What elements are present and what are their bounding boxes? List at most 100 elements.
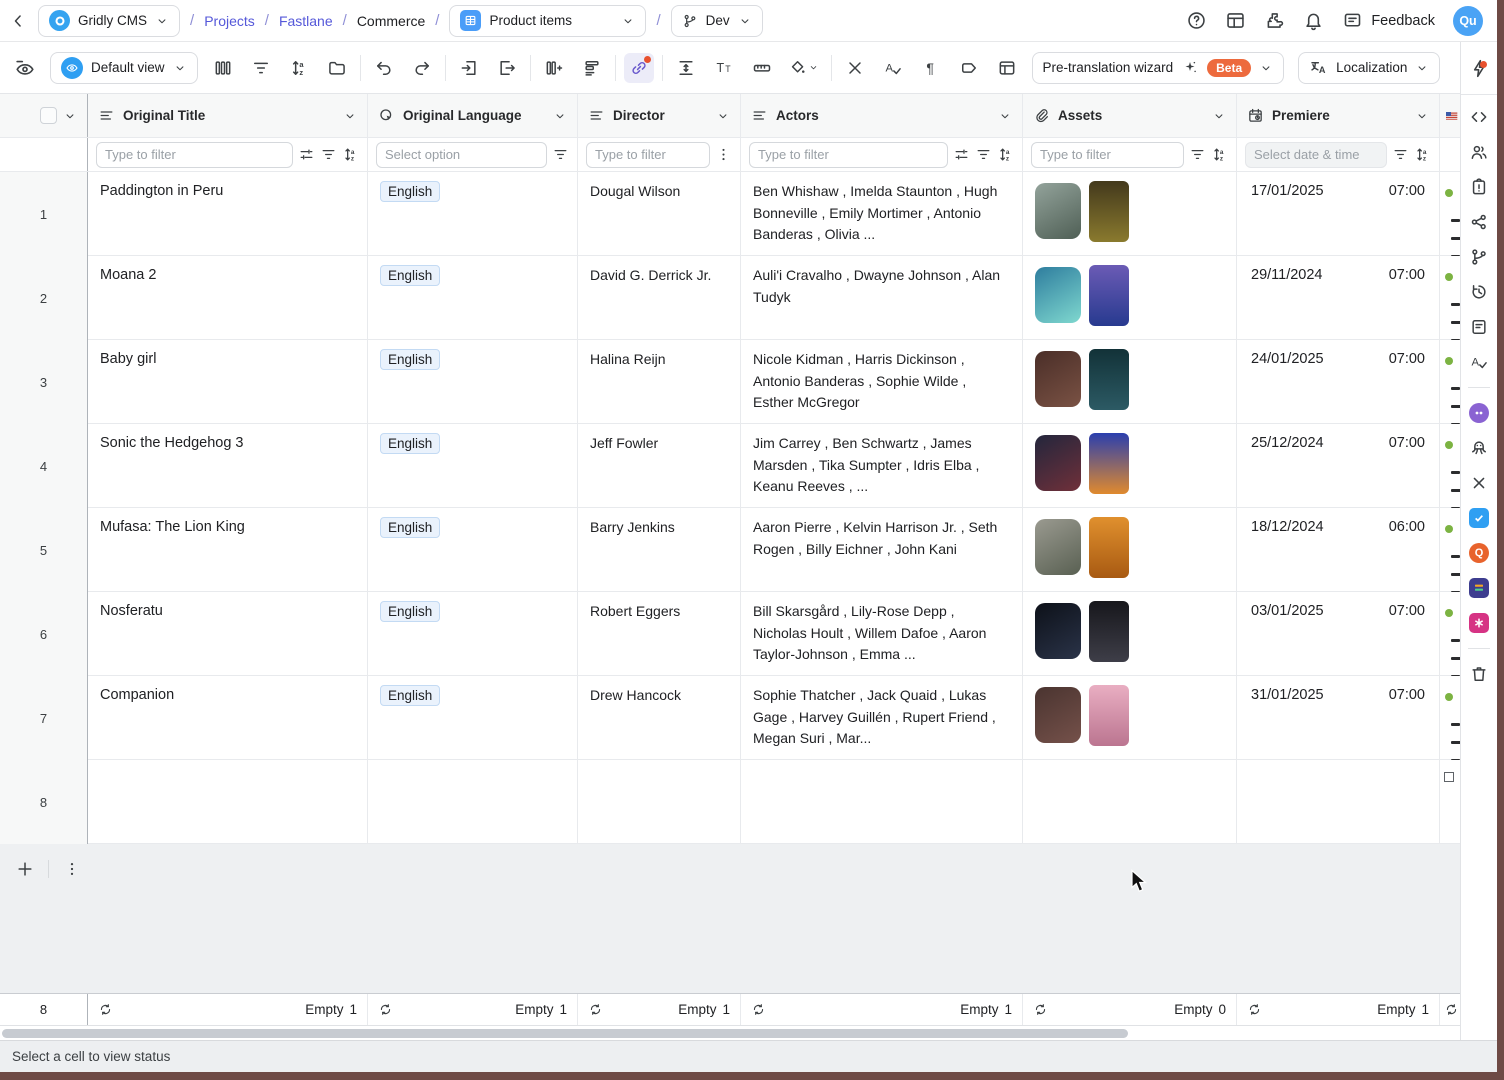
breadcrumb-projects[interactable]: Projects	[204, 13, 255, 29]
empty-cell[interactable]	[88, 760, 368, 844]
cell-original-language[interactable]: English	[368, 340, 578, 424]
add-row-button[interactable]	[12, 856, 38, 882]
folder-button[interactable]	[322, 53, 352, 83]
select-all-cell[interactable]	[0, 94, 88, 137]
branch-selector[interactable]: Dev	[670, 4, 763, 37]
ruler-button[interactable]	[747, 53, 777, 83]
cell-premiere[interactable]: 25/12/2024 07:00	[1237, 424, 1440, 508]
filter-input-premiere[interactable]	[1245, 141, 1387, 168]
insert-row-button[interactable]	[577, 53, 607, 83]
cell-assets[interactable]	[1023, 340, 1237, 424]
trash-icon[interactable]	[1469, 664, 1489, 684]
grid-selector[interactable]: Product items	[449, 4, 647, 37]
cell-premiere[interactable]: 18/12/2024 06:00	[1237, 508, 1440, 592]
refresh-icon[interactable]	[1247, 1002, 1262, 1017]
filter-input-actors[interactable]	[749, 141, 948, 168]
spellcheck-icon[interactable]: A	[1469, 352, 1489, 372]
filter-input-director[interactable]	[586, 141, 710, 168]
row-options-button[interactable]	[59, 856, 85, 882]
app-check-icon[interactable]	[1469, 508, 1489, 528]
app-q-icon[interactable]: Q	[1469, 543, 1489, 563]
app-locale-icon[interactable]	[1469, 578, 1489, 598]
app-flower-icon[interactable]	[1469, 613, 1489, 633]
cell-target-language-clipped[interactable]	[1440, 172, 1460, 256]
refresh-icon[interactable]	[1444, 1002, 1459, 1017]
row-height-button[interactable]	[671, 53, 701, 83]
asset-thumbnail-poster[interactable]	[1089, 517, 1129, 578]
undo-button[interactable]	[369, 53, 399, 83]
empty-cell[interactable]	[578, 760, 741, 844]
column-header-actors[interactable]: Actors	[741, 94, 1023, 137]
cell-actors[interactable]: Nicole Kidman , Harris Dickinson , Anton…	[741, 340, 1023, 424]
cell-director[interactable]: Robert Eggers	[578, 592, 741, 676]
cell-original-language[interactable]: English	[368, 172, 578, 256]
workspace-selector[interactable]: Gridly CMS	[38, 4, 181, 37]
redo-button[interactable]	[407, 53, 437, 83]
row-number[interactable]: 1	[0, 172, 88, 256]
funnel-icon[interactable]	[320, 146, 337, 163]
cell-premiere[interactable]: 03/01/2025 07:00	[1237, 592, 1440, 676]
columns-button[interactable]	[208, 53, 238, 83]
pretranslation-button[interactable]: Pre-translation wizard Beta	[1031, 51, 1285, 84]
cell-assets[interactable]	[1023, 256, 1237, 340]
empty-cell[interactable]	[741, 760, 1023, 844]
asset-thumbnail-poster[interactable]	[1089, 265, 1129, 326]
column-header-original-title[interactable]: Original Title	[88, 94, 368, 137]
sliders-icon[interactable]	[953, 146, 970, 163]
spellcheck-button[interactable]: A	[878, 53, 908, 83]
cell-actors[interactable]: Aaron Pierre , Kelvin Harrison Jr. , Set…	[741, 508, 1023, 592]
horizontal-scrollbar-thumb[interactable]	[2, 1029, 1128, 1038]
cell-original-title[interactable]: Moana 2	[88, 256, 368, 340]
preview-mode-icon[interactable]	[10, 53, 40, 83]
sort-icon[interactable]: az	[342, 146, 359, 163]
cell-assets[interactable]	[1023, 424, 1237, 508]
code-icon[interactable]	[1469, 107, 1489, 127]
sort-button[interactable]: az	[284, 53, 314, 83]
asset-thumbnail-still[interactable]	[1035, 687, 1081, 743]
cell-original-title[interactable]: Paddington in Peru	[88, 172, 368, 256]
close-icon[interactable]	[1469, 473, 1489, 493]
cell-assets[interactable]	[1023, 592, 1237, 676]
refresh-icon[interactable]	[751, 1002, 766, 1017]
sliders-icon[interactable]	[298, 146, 315, 163]
branch-icon[interactable]	[1469, 247, 1489, 267]
cell-premiere[interactable]: 24/01/2025 07:00	[1237, 340, 1440, 424]
empty-cell[interactable]	[1023, 760, 1237, 844]
octopus-icon[interactable]	[1469, 438, 1489, 458]
funnel-icon[interactable]	[1392, 146, 1409, 163]
pilcrow-button[interactable]: ¶	[916, 53, 946, 83]
asset-thumbnail-still[interactable]	[1035, 351, 1081, 407]
extensions-icon[interactable]	[1264, 10, 1285, 31]
tasks-icon[interactable]	[1469, 177, 1489, 197]
notifications-icon[interactable]	[1303, 10, 1324, 31]
breadcrumb-fastlane[interactable]: Fastlane	[279, 13, 333, 29]
cell-premiere[interactable]: 31/01/2025 07:00	[1237, 676, 1440, 760]
cell-director[interactable]: Jeff Fowler	[578, 424, 741, 508]
avatar[interactable]: Qu	[1453, 5, 1483, 36]
asset-thumbnail-poster[interactable]	[1089, 601, 1129, 662]
cell-original-language[interactable]: English	[368, 256, 578, 340]
clear-format-button[interactable]	[840, 53, 870, 83]
cell-director[interactable]: Barry Jenkins	[578, 508, 741, 592]
text-size-button[interactable]: TT	[709, 53, 739, 83]
asset-thumbnail-still[interactable]	[1035, 183, 1081, 239]
funnel-icon[interactable]	[552, 146, 569, 163]
back-button[interactable]	[8, 11, 28, 31]
cell-original-title[interactable]: Sonic the Hedgehog 3	[88, 424, 368, 508]
refresh-icon[interactable]	[1033, 1002, 1048, 1017]
cell-original-language[interactable]: English	[368, 676, 578, 760]
column-header-director[interactable]: Director	[578, 94, 741, 137]
asset-thumbnail-poster[interactable]	[1089, 685, 1129, 746]
filter-input-original-title[interactable]	[96, 141, 293, 168]
sort-icon[interactable]: az	[997, 146, 1014, 163]
cell-assets[interactable]	[1023, 676, 1237, 760]
tag-button[interactable]	[954, 53, 984, 83]
cell-director[interactable]: David G. Derrick Jr.	[578, 256, 741, 340]
members-icon[interactable]	[1469, 142, 1489, 162]
layout-panel-icon[interactable]	[1225, 10, 1246, 31]
cell-target-language-clipped[interactable]	[1440, 340, 1460, 424]
cell-target-language-clipped[interactable]	[1440, 508, 1460, 592]
cell-actors[interactable]: Jim Carrey , Ben Schwartz , James Marsde…	[741, 424, 1023, 508]
history-icon[interactable]	[1469, 282, 1489, 302]
empty-cell[interactable]	[368, 760, 578, 844]
